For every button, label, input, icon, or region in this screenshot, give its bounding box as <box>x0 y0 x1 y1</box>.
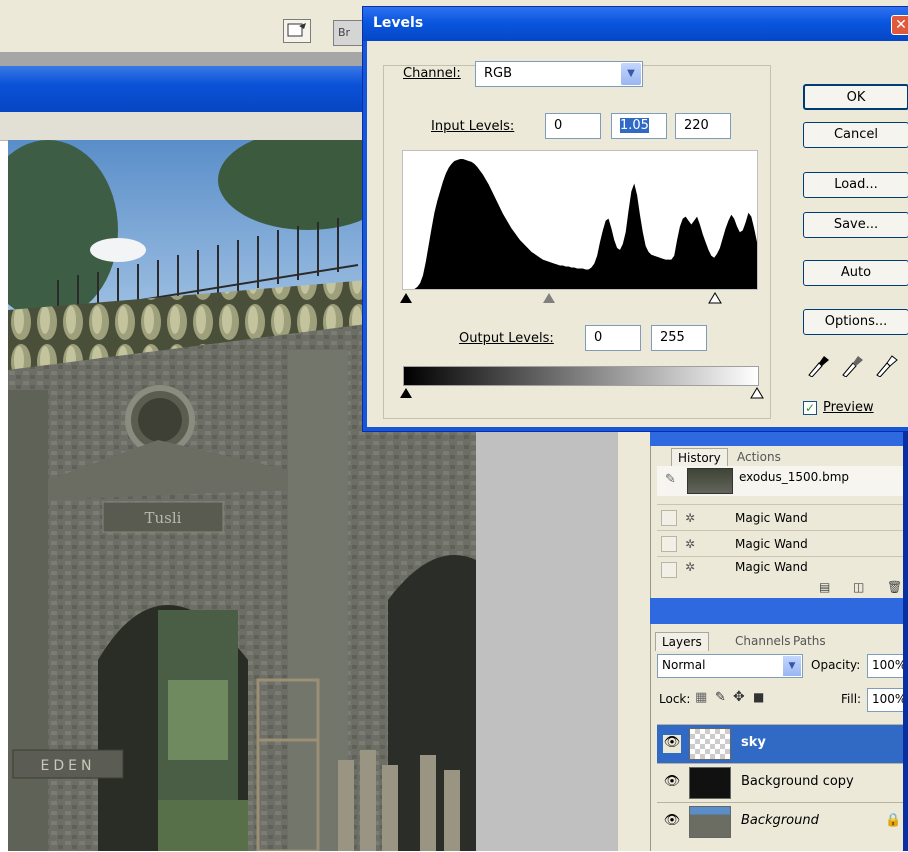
tab-paths[interactable]: Paths <box>787 632 832 650</box>
load-button[interactable]: Load... <box>803 172 908 198</box>
eye-icon[interactable]: 👁 <box>663 813 681 831</box>
history-palette: History Actions ✎ exodus_1500.bmp ✲ Magi… <box>650 446 908 598</box>
eden-sign: EDEN <box>41 758 96 774</box>
histogram <box>402 150 758 290</box>
history-palette-titlebar[interactable] <box>650 432 908 446</box>
new-document-icon[interactable]: ▤ <box>819 580 830 594</box>
history-checkbox[interactable] <box>661 536 677 552</box>
input-white-slider-icon <box>708 292 722 304</box>
input-gamma-value: 1.05 <box>620 118 649 133</box>
layer-name: Background copy <box>741 774 854 789</box>
lock-icon: 🔒 <box>885 813 902 828</box>
workspace-background <box>618 430 650 851</box>
history-item-label: Magic Wand <box>735 537 808 551</box>
output-white-slider-icon <box>750 387 764 399</box>
input-levels-label: Input Levels: <box>431 119 515 134</box>
layer-row-background-copy[interactable]: 👁 Background copy <box>657 763 908 802</box>
black-eyedropper-icon[interactable] <box>805 353 831 377</box>
lock-all-icon[interactable]: ■ <box>753 690 764 704</box>
input-white-field[interactable]: 220 <box>675 113 731 139</box>
history-checkbox[interactable] <box>661 562 677 578</box>
history-snapshot[interactable]: ✎ exodus_1500.bmp <box>657 466 908 496</box>
output-black-field[interactable]: 0 <box>585 325 641 351</box>
white-eyedropper-icon[interactable] <box>873 353 899 377</box>
layers-palette: Layers Channels Paths Normal ▼ Opacity: … <box>650 624 908 851</box>
output-sliders[interactable] <box>397 386 767 400</box>
snapshot-name: exodus_1500.bmp <box>739 470 849 484</box>
preview-label: Preview <box>823 400 874 415</box>
opacity-label: Opacity: <box>811 658 861 672</box>
history-item-label: Magic Wand <box>735 560 808 574</box>
history-item[interactable]: ✲ Magic Wand <box>657 556 908 579</box>
histogram-shape <box>403 159 757 289</box>
levels-title: Levels <box>373 15 424 31</box>
snapshot-thumbnail <box>687 468 733 494</box>
history-item-label: Magic Wand <box>735 511 808 525</box>
layer-thumbnail <box>689 806 731 838</box>
levels-dialog: Levels ✕ Channel: RGB ▼ Input Levels: 0 … <box>362 6 908 432</box>
histogram-plot <box>403 159 757 289</box>
channel-label: Channel: <box>403 66 461 81</box>
eye-icon[interactable]: 👁 <box>663 735 681 753</box>
tab-actions[interactable]: Actions <box>731 448 787 466</box>
tool-preset-icon[interactable] <box>283 19 311 43</box>
history-brush-icon: ✎ <box>665 472 676 487</box>
output-black-slider-icon <box>400 388 412 398</box>
plaque-text: Tusli <box>145 509 182 527</box>
close-icon[interactable]: ✕ <box>891 15 908 35</box>
trash-icon[interactable]: 🗑 <box>887 580 902 594</box>
history-checkbox[interactable] <box>661 510 677 526</box>
eye-icon[interactable]: 👁 <box>663 774 681 792</box>
magic-wand-icon: ✲ <box>685 537 696 551</box>
layer-thumbnail <box>689 728 731 760</box>
channel-select[interactable]: RGB ▼ <box>475 61 643 87</box>
input-gamma-slider-icon <box>543 293 555 303</box>
cancel-button[interactable]: Cancel <box>803 122 908 148</box>
input-gamma-field[interactable]: 1.05 <box>611 113 667 139</box>
output-white-field[interactable]: 255 <box>651 325 707 351</box>
levels-title-bar[interactable]: Levels ✕ <box>363 7 908 41</box>
chevron-down-icon[interactable]: ▼ <box>783 656 801 676</box>
fill-field[interactable]: 100% <box>867 688 908 712</box>
magic-wand-icon: ✲ <box>685 560 696 574</box>
output-levels-label: Output Levels: <box>459 331 554 346</box>
auto-button[interactable]: Auto <box>803 260 908 286</box>
blend-mode-select[interactable]: Normal ▼ <box>657 654 803 678</box>
options-button[interactable]: Options... <box>803 309 908 335</box>
input-black-field[interactable]: 0 <box>545 113 601 139</box>
input-sliders[interactable] <box>397 291 767 305</box>
lock-brush-icon[interactable]: ✎ <box>715 690 726 705</box>
lock-transparency-icon[interactable]: ▦ <box>695 690 707 705</box>
output-gradient-bar <box>403 366 759 386</box>
tab-layers[interactable]: Layers <box>655 632 709 651</box>
fill-label: Fill: <box>841 692 862 706</box>
magic-wand-icon: ✲ <box>685 511 696 525</box>
layer-row-sky[interactable]: 👁 sky <box>657 724 908 763</box>
layer-name: sky <box>741 735 766 750</box>
palette-edge <box>903 432 908 851</box>
new-snapshot-icon[interactable]: ◫ <box>853 580 864 594</box>
history-item[interactable]: ✲ Magic Wand <box>657 530 908 557</box>
preview-checkbox[interactable]: ✓ <box>803 401 817 415</box>
lock-label: Lock: <box>659 692 691 706</box>
input-black-slider-icon <box>400 293 412 303</box>
blend-mode-value: Normal <box>662 658 706 672</box>
channel-value: RGB <box>484 66 513 81</box>
layer-row-background[interactable]: 👁 Background 🔒 <box>657 802 908 852</box>
opacity-field[interactable]: 100% <box>867 654 908 678</box>
levels-body: Channel: RGB ▼ Input Levels: 0 1.05 220 … <box>367 41 908 427</box>
save-button[interactable]: Save... <box>803 212 908 238</box>
lock-move-icon[interactable]: ✥ <box>733 689 745 705</box>
gray-eyedropper-icon[interactable] <box>839 353 865 377</box>
ok-button[interactable]: OK <box>803 84 908 110</box>
layer-name: Background <box>741 813 819 828</box>
chevron-down-icon[interactable]: ▼ <box>621 63 641 85</box>
layers-palette-titlebar[interactable] <box>650 598 908 624</box>
tab-history[interactable]: History <box>671 448 728 467</box>
history-item[interactable]: ✲ Magic Wand <box>657 504 908 531</box>
layer-thumbnail <box>689 767 731 799</box>
